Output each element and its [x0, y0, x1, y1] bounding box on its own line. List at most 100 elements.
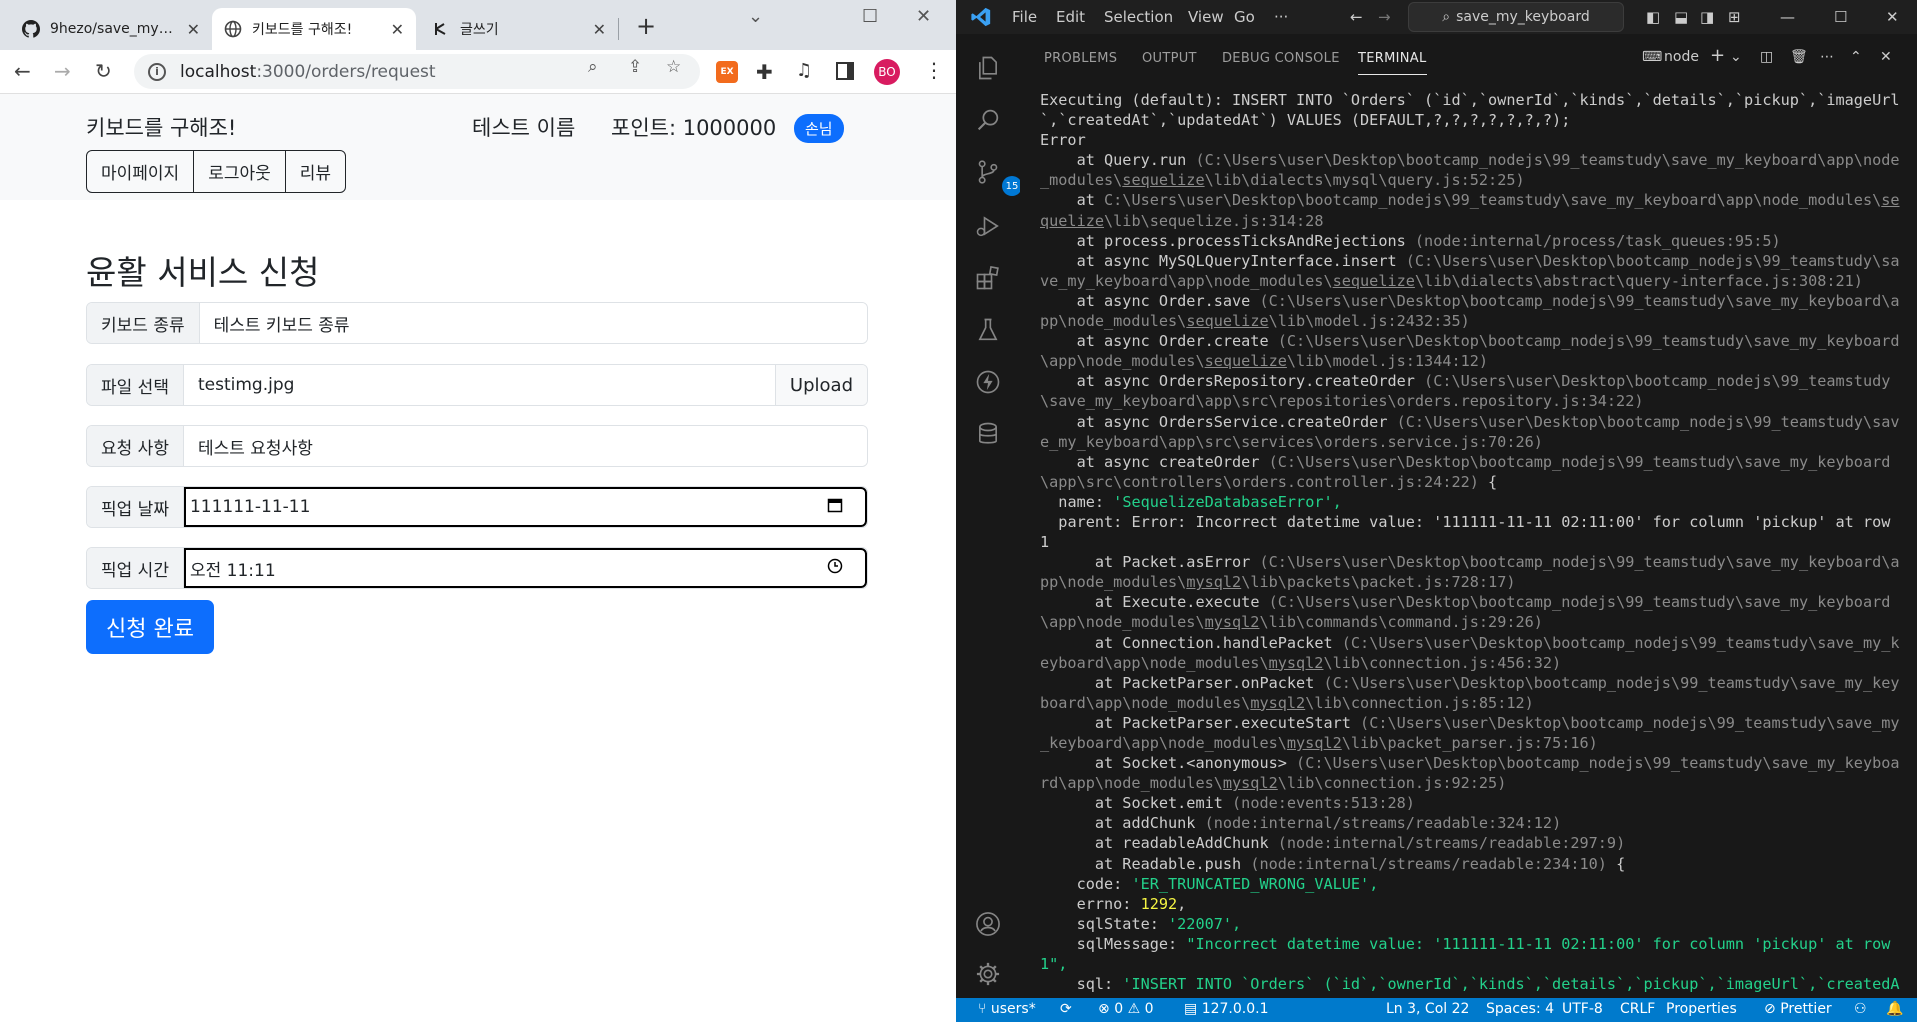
search-icon[interactable] — [970, 102, 1006, 138]
thunder-client-icon[interactable] — [970, 364, 1006, 400]
toggle-secondary-sidebar-icon[interactable]: ◨ — [1700, 8, 1714, 26]
line-ending[interactable]: CRLF — [1620, 1001, 1655, 1017]
encoding[interactable]: UTF-8 — [1562, 1001, 1603, 1017]
chevron-down-icon[interactable]: ⌄ — [1730, 49, 1742, 65]
profile-avatar[interactable]: BO — [874, 59, 900, 85]
close-icon[interactable]: ✕ — [593, 20, 606, 39]
file-choose-button[interactable]: 파일 선택 — [87, 365, 184, 405]
side-panel-icon[interactable] — [836, 62, 854, 80]
tab-debug-console[interactable]: DEBUG CONSOLE — [1222, 51, 1340, 66]
menu-view[interactable]: View — [1188, 8, 1224, 26]
database-icon[interactable] — [970, 416, 1006, 452]
tab-title: 9hezo/save_my_ke — [50, 21, 178, 37]
nav-back-icon[interactable]: ← — [1350, 8, 1363, 26]
info-icon[interactable]: i — [148, 62, 166, 81]
bookmark-star-icon[interactable]: ☆ — [666, 57, 681, 77]
notifications-bell-icon[interactable]: 🔔 — [1886, 1001, 1903, 1017]
terminal-output[interactable]: Executing (default): INSERT INTO `Orders… — [1040, 90, 1908, 994]
error-icon: ⊗ — [1098, 1001, 1115, 1017]
problems-status[interactable]: ⊗ 0 ⚠ 0 — [1098, 1001, 1154, 1017]
tab-search-icon[interactable]: ⌄ — [748, 6, 763, 27]
tab-output[interactable]: OUTPUT — [1142, 51, 1197, 66]
calendar-icon[interactable] — [827, 497, 843, 517]
page-title: 윤활 서비스 신청 — [86, 253, 320, 292]
cursor-position[interactable]: Ln 3, Col 22 — [1386, 1001, 1469, 1017]
back-icon[interactable]: ← — [14, 60, 31, 82]
command-center[interactable]: ⌕ save_my_keyboard — [1408, 2, 1624, 32]
new-tab-button[interactable]: + — [636, 14, 656, 38]
url-host: localhost — [180, 61, 257, 82]
settings-gear-icon[interactable] — [970, 956, 1006, 992]
toggle-panel-icon[interactable]: ⬓ — [1674, 8, 1688, 26]
menu-file[interactable]: File — [1012, 8, 1037, 26]
logout-button[interactable]: 로그아웃 — [193, 151, 285, 192]
branch-status[interactable]: ⑂ users* — [978, 1001, 1036, 1017]
forward-icon[interactable]: → — [54, 60, 71, 82]
nav-forward-icon[interactable]: → — [1378, 8, 1391, 26]
run-debug-icon[interactable] — [970, 208, 1006, 244]
toggle-sidebar-icon[interactable]: ◧ — [1646, 8, 1660, 26]
close-icon[interactable]: ✕ — [391, 20, 404, 39]
role-badge: 손님 — [794, 114, 844, 143]
terminal-line: at async createOrder (C:\Users\user\Desk… — [1040, 452, 1891, 491]
menu-selection[interactable]: Selection — [1104, 8, 1173, 26]
pickup-time-input[interactable]: 오전 11:11 — [183, 548, 867, 588]
new-terminal-icon[interactable]: + — [1710, 45, 1725, 66]
menu-kebab-icon[interactable]: ⋮ — [924, 58, 944, 82]
source-control-icon[interactable]: 15 — [970, 154, 1022, 196]
tab-active-site[interactable]: 키보드를 구해조! ✕ — [212, 8, 416, 50]
field-label: 키보드 종류 — [87, 303, 200, 343]
account-icon[interactable] — [970, 906, 1006, 942]
explorer-icon[interactable] — [970, 50, 1006, 86]
workspace-name: save_my_keyboard — [1456, 9, 1590, 25]
prettier-status[interactable]: ⊘ Prettier — [1764, 1001, 1832, 1017]
mypage-button[interactable]: 마이페이지 — [87, 151, 193, 192]
review-button[interactable]: 리뷰 — [284, 151, 345, 192]
close-window-icon[interactable]: ✕ — [1886, 8, 1899, 26]
close-icon[interactable]: ✕ — [187, 20, 200, 39]
clock-icon[interactable] — [827, 558, 843, 578]
menu-edit[interactable]: Edit — [1056, 8, 1085, 26]
customize-layout-icon[interactable]: ⊞ — [1728, 8, 1741, 26]
language-mode[interactable]: Properties — [1666, 1001, 1737, 1017]
upload-button[interactable]: Upload — [774, 365, 867, 405]
accounts-icon[interactable]: ⚇ — [1854, 1001, 1867, 1017]
more-actions-icon[interactable]: ⋯ — [1820, 49, 1834, 65]
request-input[interactable]: 테스트 요청사항 — [183, 426, 867, 466]
split-terminal-icon[interactable]: ◫ — [1760, 49, 1773, 65]
close-panel-icon[interactable]: ✕ — [1880, 49, 1892, 65]
maximize-icon[interactable]: ☐ — [1834, 8, 1847, 26]
tab-github[interactable]: 9hezo/save_my_ke ✕ — [10, 8, 212, 50]
sync-icon[interactable]: ⟳ — [1060, 1001, 1072, 1017]
testing-flask-icon[interactable] — [970, 312, 1006, 348]
menu-more[interactable]: ··· — [1274, 8, 1288, 26]
menu-go[interactable]: Go — [1234, 8, 1255, 26]
trash-icon[interactable]: 🗑 — [1790, 49, 1808, 65]
tab-problems[interactable]: PROBLEMS — [1044, 51, 1117, 66]
minimize-icon[interactable]: — — [1780, 8, 1795, 26]
zoom-icon[interactable]: ⌕ — [588, 57, 598, 77]
tab-terminal[interactable]: TERMINAL — [1358, 51, 1427, 75]
maximize-icon[interactable]: ☐ — [862, 6, 878, 27]
media-control-icon[interactable]: ♫ — [796, 60, 812, 81]
close-window-icon[interactable]: ✕ — [916, 6, 931, 27]
extensions-icon[interactable] — [970, 260, 1006, 296]
terminal-line: at PacketParser.executeStart (C:\Users\u… — [1040, 713, 1900, 752]
address-bar[interactable]: i localhost:3000/orders/request — [134, 54, 700, 89]
blog-icon — [432, 20, 450, 38]
web-page: 키보드를 구해조! 테스트 이름 포인트: 1000000 손님 마이페이지 로… — [0, 94, 956, 1022]
maximize-panel-icon[interactable]: ⌃ — [1850, 49, 1862, 65]
reload-icon[interactable]: ↻ — [95, 60, 112, 82]
extensions-puzzle-icon[interactable]: ✚ — [756, 60, 773, 84]
terminal-line: parent: Error: Incorrect datetime value:… — [1040, 512, 1900, 552]
terminal-name[interactable]: node — [1664, 49, 1699, 65]
indentation[interactable]: Spaces: 4 — [1486, 1001, 1554, 1017]
tab-write[interactable]: 글쓰기 ✕ — [420, 8, 618, 50]
keyboard-type-input[interactable]: 테스트 키보드 종류 — [199, 303, 867, 343]
site-brand[interactable]: 키보드를 구해조! — [86, 112, 236, 142]
extension-ex-icon[interactable]: EX — [716, 61, 738, 83]
host-status[interactable]: ▤ 127.0.0.1 — [1184, 1001, 1268, 1017]
submit-button[interactable]: 신청 완료 — [86, 600, 214, 654]
pickup-date-input[interactable]: 111111-11-11 — [183, 487, 867, 527]
share-icon[interactable]: ⇪ — [628, 57, 642, 77]
